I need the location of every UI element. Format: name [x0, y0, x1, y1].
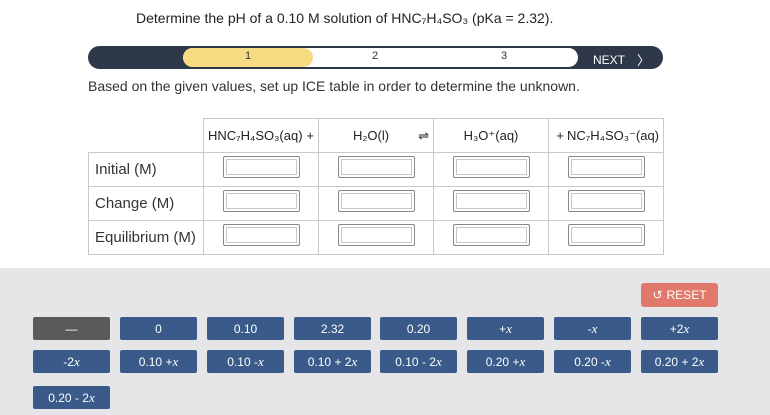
step-1[interactable]: 1: [238, 50, 258, 62]
undo-icon: ↺: [652, 288, 663, 302]
ice-cell: [203, 186, 319, 221]
ice-cell: [433, 186, 549, 221]
row-label: Initial (M): [88, 152, 204, 187]
species-label: HNC₇H₄SO₃(aq): [208, 128, 303, 143]
keypad-key[interactable]: 0.20 - x: [554, 350, 631, 373]
keypad-key[interactable]: 0.20 + x: [467, 350, 544, 373]
species-label: H₂O(l): [353, 128, 390, 143]
ice-cell: [433, 152, 549, 187]
keypad-key[interactable]: +2 x: [641, 317, 718, 340]
question-text: Determine the pH of a 0.10 M solution of…: [136, 10, 554, 26]
ice-row-initial: Initial (M): [88, 152, 664, 187]
reset-label: RESET: [666, 288, 707, 302]
answer-input[interactable]: [337, 224, 415, 246]
answer-input[interactable]: [222, 156, 300, 178]
ice-cell: [203, 152, 319, 187]
answer-input[interactable]: [452, 190, 530, 212]
keypad-key[interactable]: + x: [467, 317, 544, 340]
chevron-right-icon: 〉: [637, 53, 651, 68]
plus-sign: +: [556, 128, 564, 143]
keypad-key[interactable]: 0.10 + 2x: [294, 350, 371, 373]
ice-cell: [548, 152, 664, 187]
plus-sign: +: [306, 128, 314, 143]
keypad-key[interactable]: 0.20 + 2x: [641, 350, 718, 373]
reset-button[interactable]: ↺ RESET: [641, 283, 718, 307]
answer-input[interactable]: [567, 190, 645, 212]
species-label: H₃O⁺(aq): [463, 127, 519, 143]
row-label: Change (M): [88, 186, 204, 221]
answer-input[interactable]: [567, 156, 645, 178]
step-3[interactable]: 3: [494, 50, 514, 62]
keypad-key[interactable]: 0.10 - 2x: [380, 350, 457, 373]
ice-cell: [203, 220, 319, 255]
ice-table: HNC₇H₄SO₃(aq) + H₂O(l) ⇌ H₃O⁺(aq) + NC₇H₄SO…: [88, 118, 664, 255]
header-blank: [88, 118, 204, 153]
keypad-key[interactable]: 0.10 - x: [207, 350, 284, 373]
ice-cell: [548, 186, 664, 221]
keypad-key[interactable]: 0.20 - 2x: [33, 386, 110, 409]
answer-input[interactable]: [337, 156, 415, 178]
keypad-key[interactable]: -x: [554, 317, 631, 340]
answer-input[interactable]: [452, 224, 530, 246]
answer-input[interactable]: [337, 190, 415, 212]
keypad-key[interactable]: -2 x: [33, 350, 110, 373]
ice-cell: [548, 220, 664, 255]
keypad-key[interactable]: 2.32: [294, 317, 371, 340]
answer-keypad: ↺ RESET — 0 0.10 2.32 0.20 + x - x +2 x -2 x 0.10 + x…: [0, 268, 770, 415]
header-hydronium: H₃O⁺(aq): [433, 118, 549, 153]
species-label: NC₇H₄SO₃⁻(aq): [567, 127, 659, 143]
header-reactant: HNC₇H₄SO₃(aq) +: [203, 118, 319, 153]
ice-header-row: HNC₇H₄SO₃(aq) + H₂O(l) ⇌ H₃O⁺(aq) + NC₇H₄SO…: [88, 118, 664, 153]
instruction-text: Based on the given values, set up ICE ta…: [88, 78, 580, 94]
row-label: Equilibrium (M): [88, 220, 204, 255]
answer-input[interactable]: [222, 224, 300, 246]
ice-cell: [318, 152, 434, 187]
ice-row-equilibrium: Equilibrium (M): [88, 220, 664, 255]
step-2[interactable]: 2: [365, 50, 385, 62]
keypad-key[interactable]: —: [33, 317, 110, 340]
next-button[interactable]: NEXT 〉: [593, 50, 650, 69]
answer-input[interactable]: [452, 156, 530, 178]
ice-cell: [318, 220, 434, 255]
header-conjugate-base: + NC₇H₄SO₃⁻(aq): [548, 118, 664, 153]
answer-input[interactable]: [222, 190, 300, 212]
header-water: H₂O(l) ⇌: [318, 118, 434, 153]
ice-row-change: Change (M): [88, 186, 664, 221]
keypad-key[interactable]: 0.10 + x: [120, 350, 197, 373]
equilibrium-arrow: ⇌: [418, 127, 429, 143]
next-label: NEXT: [593, 52, 626, 67]
ice-cell: [433, 220, 549, 255]
step-progress-bar: 1 2 3 NEXT 〉: [88, 46, 663, 69]
keypad-key[interactable]: 0.20: [380, 317, 457, 340]
answer-input[interactable]: [567, 224, 645, 246]
keypad-key[interactable]: 0: [120, 317, 197, 340]
ice-cell: [318, 186, 434, 221]
keypad-key[interactable]: 0.10: [207, 317, 284, 340]
